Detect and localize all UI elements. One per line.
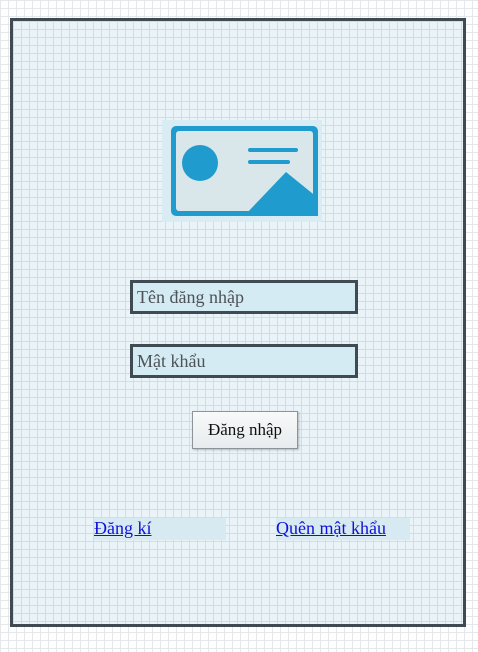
image-placeholder-icon: [162, 120, 322, 222]
username-field[interactable]: [130, 280, 358, 314]
login-panel: Đăng nhập Đăng kí Quên mật khẩu: [10, 18, 466, 627]
register-link-container: Đăng kí: [94, 518, 226, 540]
forgot-password-link[interactable]: Quên mật khẩu: [276, 518, 386, 538]
forgot-password-link-container: Quên mật khẩu: [276, 518, 410, 540]
password-input[interactable]: [133, 347, 355, 375]
login-button[interactable]: Đăng nhập: [192, 411, 298, 449]
username-input[interactable]: [133, 283, 355, 311]
password-field[interactable]: [130, 344, 358, 378]
register-link[interactable]: Đăng kí: [94, 518, 152, 538]
